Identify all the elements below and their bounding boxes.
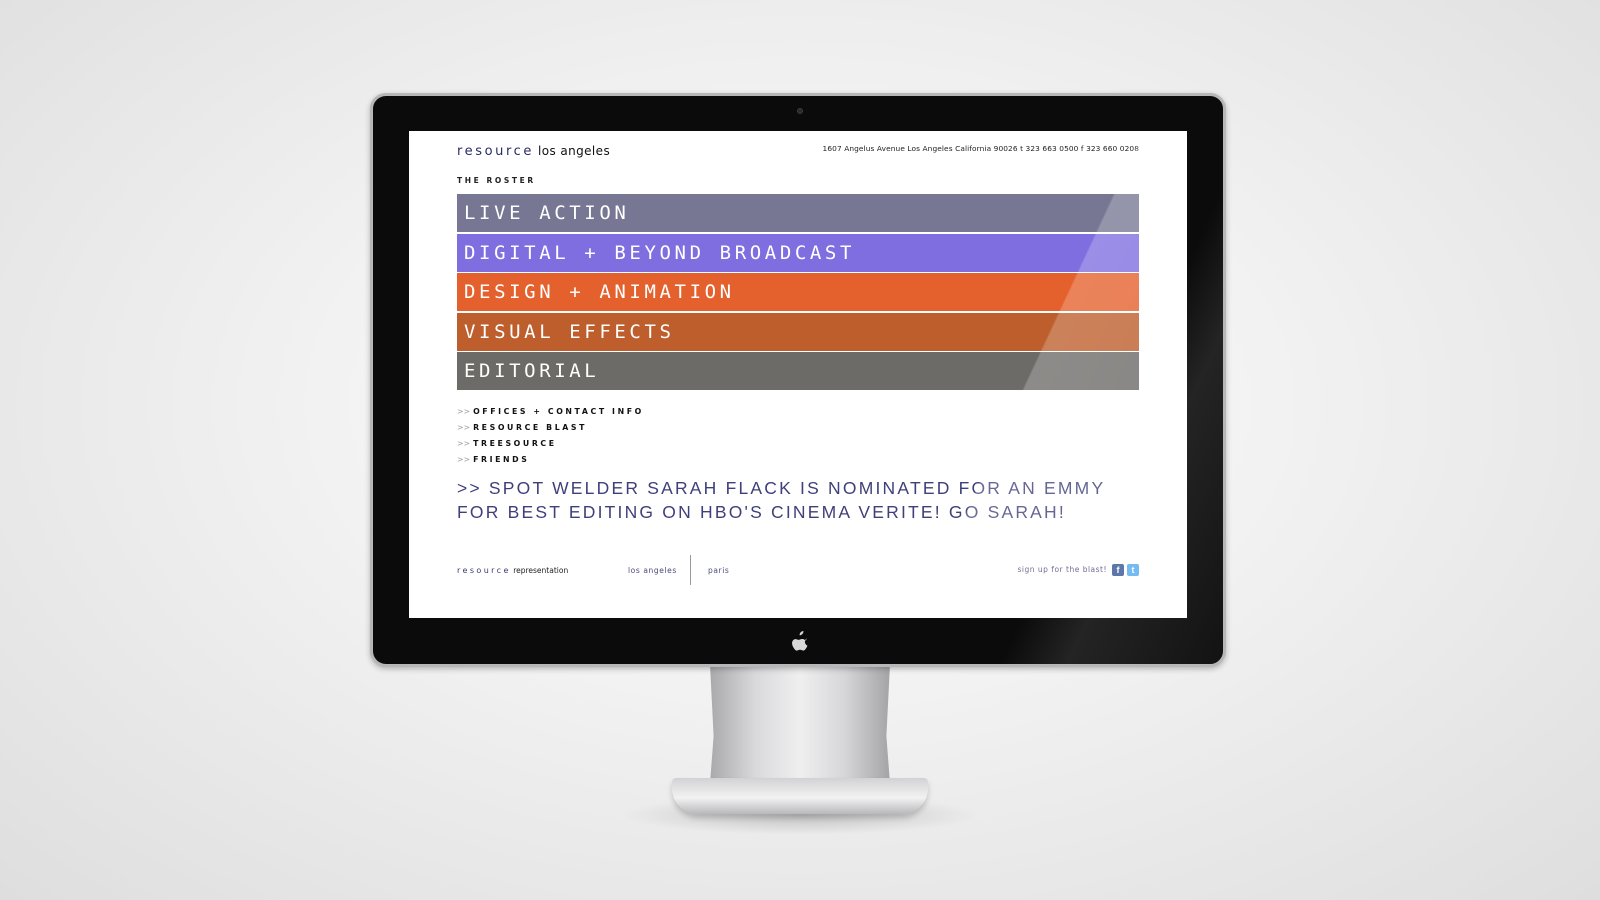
twitter-icon[interactable]: t xyxy=(1127,564,1139,576)
link-label: OFFICES + CONTACT INFO xyxy=(473,406,644,416)
roster-item-live-action[interactable]: LIVE ACTION xyxy=(457,194,1139,232)
footer-link-los-angeles[interactable]: los angeles xyxy=(628,566,677,575)
secondary-links: >> OFFICES + CONTACT INFO >> RESOURCE BLAS… xyxy=(457,403,644,467)
link-label: TREESOURCE xyxy=(473,438,557,448)
footer-brand-word: resource xyxy=(457,566,511,575)
link-offices-contact[interactable]: >> OFFICES + CONTACT INFO xyxy=(457,403,644,419)
roster-item-editorial[interactable]: EDITORIAL xyxy=(457,352,1139,390)
roster-heading: THE ROSTER xyxy=(457,176,536,185)
roster-item-visual-effects[interactable]: VISUAL EFFECTS xyxy=(457,312,1139,351)
roster-item-digital-beyond-broadcast[interactable]: DIGITAL + BEYOND BROADCAST xyxy=(457,233,1139,272)
camera-icon xyxy=(797,108,803,114)
link-arrows: >> xyxy=(457,406,471,416)
website-screen: resource los angeles 1607 Angelus Avenue … xyxy=(409,131,1187,618)
newsletter-signup-link[interactable]: sign up for the blast! xyxy=(1018,565,1107,574)
link-arrows: >> xyxy=(457,422,471,432)
footer-brand: resource representation xyxy=(457,566,568,575)
site-footer: resource representation los angeles pari… xyxy=(457,555,1139,585)
apple-logo-svg xyxy=(792,631,808,651)
footer-divider xyxy=(690,555,691,585)
site-header: resource los angeles 1607 Angelus Avenue … xyxy=(457,140,1139,160)
facebook-icon[interactable]: f xyxy=(1112,564,1124,576)
roster-menu: LIVE ACTION DIGITAL + BEYOND BROADCAST D… xyxy=(457,194,1139,392)
monitor-stand-neck xyxy=(710,664,890,784)
logo-word: resource xyxy=(457,144,535,159)
footer-brand-suffix: representation xyxy=(513,566,569,575)
link-friends[interactable]: >> FRIENDS xyxy=(457,451,644,467)
monitor-scene: resource los angeles 1607 Angelus Avenue … xyxy=(0,0,1600,900)
link-treesource[interactable]: >> TREESOURCE xyxy=(457,435,644,451)
link-label: RESOURCE BLAST xyxy=(473,422,588,432)
news-headline[interactable]: >> SPOT WELDER SARAH FLACK IS NOMINATED … xyxy=(457,476,1139,524)
link-arrows: >> xyxy=(457,438,471,448)
link-label: FRIENDS xyxy=(473,454,530,464)
link-arrows: >> xyxy=(457,454,471,464)
monitor-stand-base xyxy=(672,778,928,814)
roster-item-design-animation[interactable]: DESIGN + ANIMATION xyxy=(457,273,1139,311)
contact-address: 1607 Angelus Avenue Los Angeles Californ… xyxy=(822,144,1139,153)
logo-city: los angeles xyxy=(538,144,611,158)
site-logo[interactable]: resource los angeles xyxy=(457,140,610,159)
footer-link-paris[interactable]: paris xyxy=(708,566,729,575)
apple-logo-icon xyxy=(790,631,810,653)
link-resource-blast[interactable]: >> RESOURCE BLAST xyxy=(457,419,644,435)
